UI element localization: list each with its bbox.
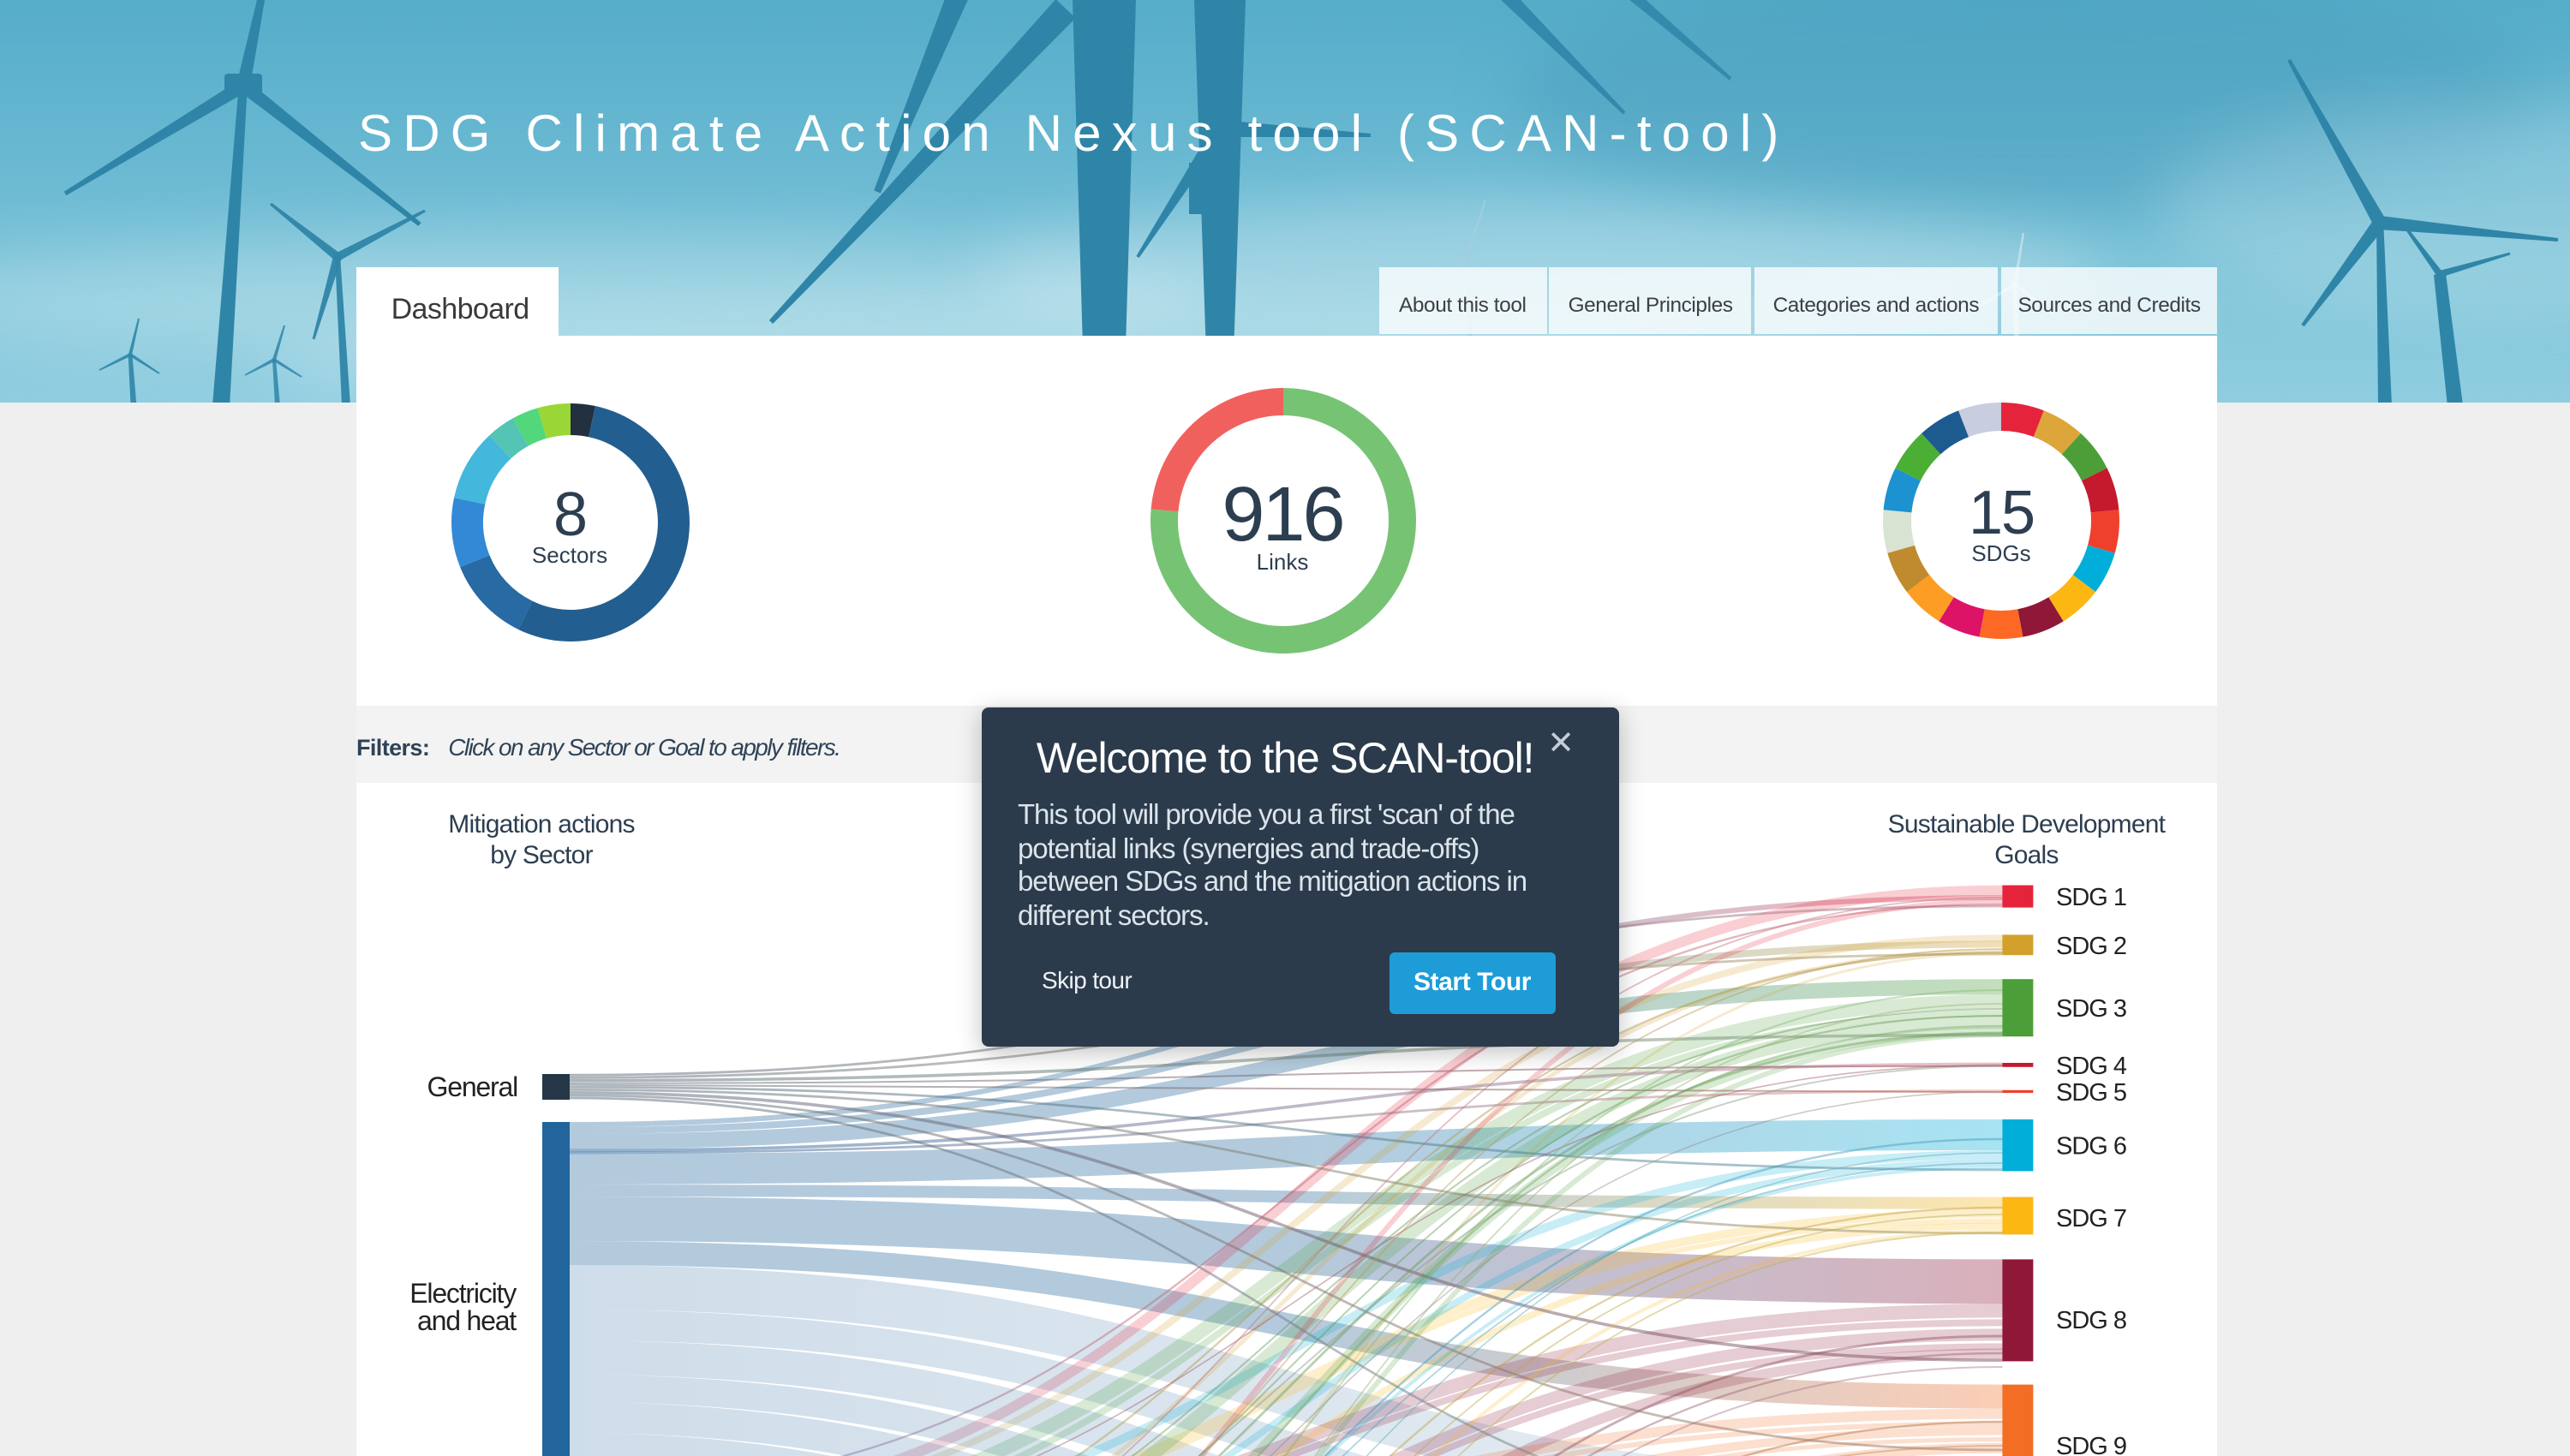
svg-text:Sustainable Development: Sustainable Development [1888,810,2167,838]
svg-text:SDG 2: SDG 2 [2056,933,2126,960]
svg-text:Goals: Goals [1994,841,2058,869]
svg-text:Mitigation actions: Mitigation actions [448,810,634,838]
svg-text:General: General [427,1071,517,1102]
svg-text:Electricity: Electricity [409,1278,517,1309]
svg-text:by Sector: by Sector [490,841,593,869]
svg-text:SDG 7: SDG 7 [2056,1205,2126,1232]
svg-text:SDG 4: SDG 4 [2056,1053,2127,1080]
svg-text:and heat: and heat [417,1305,517,1336]
svg-text:SDG 5: SDG 5 [2056,1079,2126,1107]
svg-text:SDG 1: SDG 1 [2056,884,2126,911]
svg-text:SDG 6: SDG 6 [2056,1133,2126,1161]
svg-text:SDG 9: SDG 9 [2056,1433,2126,1456]
svg-text:SDG 8: SDG 8 [2056,1307,2126,1334]
svg-text:SDG 3: SDG 3 [2056,995,2126,1023]
